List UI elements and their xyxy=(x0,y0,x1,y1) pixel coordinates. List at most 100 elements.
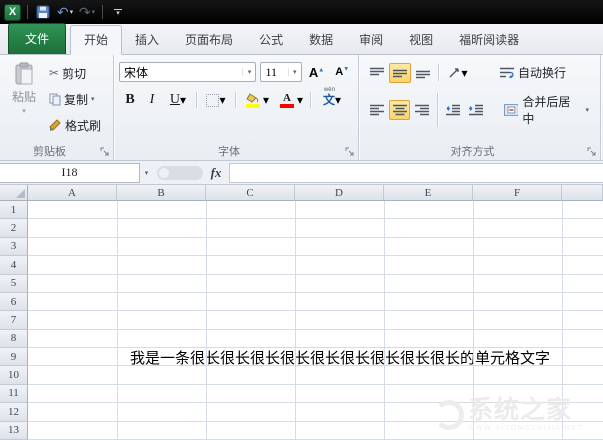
row-cells-1[interactable] xyxy=(28,201,603,219)
column-header-F[interactable]: F xyxy=(473,185,562,201)
copy-button[interactable]: 复制 ▾ xyxy=(45,88,105,110)
save-button[interactable] xyxy=(34,3,52,21)
column-headers: ABCDEF xyxy=(0,185,603,201)
font-dialog-launcher-icon[interactable] xyxy=(345,147,355,157)
align-left-button[interactable] xyxy=(366,100,388,120)
row-header-11[interactable]: 11 xyxy=(0,385,28,403)
alignment-dialog-launcher-icon[interactable] xyxy=(587,147,597,157)
row-cells-5[interactable] xyxy=(28,275,603,293)
fill-color-button[interactable]: ▾ xyxy=(239,90,273,110)
column-header-D[interactable]: D xyxy=(295,185,384,201)
decrease-indent-icon xyxy=(446,104,460,116)
orientation-dropdown-arrow[interactable]: ▾ xyxy=(461,66,467,80)
borders-button[interactable]: ▾ xyxy=(200,90,232,110)
column-header-B[interactable]: B xyxy=(117,185,206,201)
row-header-9[interactable]: 9 xyxy=(0,348,28,366)
tab-insert[interactable]: 插入 xyxy=(122,26,172,54)
row-cells-2[interactable] xyxy=(28,219,603,237)
column-gridline xyxy=(384,201,385,440)
column-header-partial[interactable] xyxy=(562,185,603,201)
font-color-button[interactable]: A ▾ xyxy=(273,90,307,110)
phonetic-guide-button[interactable]: wén 文 ▾ xyxy=(314,90,350,110)
align-bottom-button[interactable] xyxy=(412,63,434,83)
excel-app-icon[interactable]: X xyxy=(4,4,21,21)
tab-file[interactable]: 文件 xyxy=(8,23,66,54)
bold-button[interactable]: B xyxy=(119,90,141,110)
paste-button[interactable]: 粘贴 ▾ xyxy=(3,58,45,144)
insert-function-button[interactable]: fx xyxy=(203,163,229,183)
font-name-combo[interactable]: 宋体 ▾ xyxy=(119,62,256,82)
row-cells-8[interactable] xyxy=(28,330,603,348)
redo-button[interactable]: ↷▾ xyxy=(78,3,96,21)
row-header-7[interactable]: 7 xyxy=(0,311,28,329)
column-header-E[interactable]: E xyxy=(384,185,473,201)
column-header-A[interactable]: A xyxy=(28,185,117,201)
tab-page-layout[interactable]: 页面布局 xyxy=(172,26,246,54)
undo-button[interactable]: ↶▾ xyxy=(56,3,74,21)
grow-font-button[interactable]: A▲ xyxy=(306,62,328,82)
orientation-button[interactable]: ▾ xyxy=(443,63,473,83)
merge-center-icon xyxy=(504,104,519,116)
increase-indent-icon xyxy=(469,104,483,116)
row-cells-7[interactable] xyxy=(28,311,603,329)
font-group-label: 字体 xyxy=(114,143,344,159)
row-cells-4[interactable] xyxy=(28,256,603,274)
select-all-corner[interactable] xyxy=(0,185,28,201)
tab-data[interactable]: 数据 xyxy=(296,26,346,54)
underline-button[interactable]: U ▾ xyxy=(163,90,193,110)
formula-input[interactable] xyxy=(229,163,603,183)
font-color-dropdown-arrow[interactable]: ▾ xyxy=(297,93,303,107)
row-header-2[interactable]: 2 xyxy=(0,219,28,237)
tab-review[interactable]: 审阅 xyxy=(346,26,396,54)
merge-center-button[interactable]: 合并后居中 ▾ xyxy=(500,91,593,129)
row-header-5[interactable]: 5 xyxy=(0,275,28,293)
copy-dropdown-arrow[interactable]: ▾ xyxy=(91,95,95,103)
row-header-13[interactable]: 13 xyxy=(0,422,28,440)
paste-label: 粘贴 xyxy=(12,88,36,105)
clipboard-dialog-launcher-icon[interactable] xyxy=(100,147,110,157)
italic-button[interactable]: I xyxy=(141,90,163,110)
fill-color-dropdown-arrow[interactable]: ▾ xyxy=(263,93,269,107)
format-painter-button[interactable]: 格式刷 xyxy=(45,114,105,136)
tab-view[interactable]: 视图 xyxy=(396,26,446,54)
align-right-button[interactable] xyxy=(411,100,433,120)
redo-dropdown-arrow: ▾ xyxy=(92,8,96,16)
align-top-icon xyxy=(370,67,384,79)
row-header-6[interactable]: 6 xyxy=(0,293,28,311)
row-header-1[interactable]: 1 xyxy=(0,201,28,219)
phonetic-dropdown-arrow[interactable]: ▾ xyxy=(335,93,341,107)
customize-qat-button[interactable]: ▾ xyxy=(109,3,127,21)
align-middle-button[interactable] xyxy=(389,63,411,83)
column-header-C[interactable]: C xyxy=(206,185,295,201)
merge-center-dropdown-arrow[interactable]: ▾ xyxy=(586,106,590,114)
font-name-dropdown-arrow[interactable]: ▾ xyxy=(242,68,255,76)
font-size-combo[interactable]: 11 ▾ xyxy=(260,62,301,82)
bold-label: B xyxy=(125,92,134,108)
align-top-button[interactable] xyxy=(366,63,388,83)
underline-dropdown-arrow[interactable]: ▾ xyxy=(180,93,186,107)
borders-dropdown-arrow[interactable]: ▾ xyxy=(219,93,225,107)
row-header-12[interactable]: 12 xyxy=(0,403,28,421)
row-header-8[interactable]: 8 xyxy=(0,330,28,348)
tab-formulas[interactable]: 公式 xyxy=(246,26,296,54)
cut-button[interactable]: ✂ 剪切 xyxy=(45,62,105,84)
row-cells-3[interactable] xyxy=(28,238,603,256)
wrap-text-button[interactable]: 自动换行 xyxy=(496,62,570,83)
tab-home[interactable]: 开始 xyxy=(70,25,122,55)
font-size-dropdown-arrow[interactable]: ▾ xyxy=(288,68,301,76)
undo-dropdown-arrow[interactable]: ▾ xyxy=(70,8,74,16)
paste-dropdown-arrow[interactable]: ▾ xyxy=(22,107,26,115)
tab-foxit-reader[interactable]: 福昕阅读器 xyxy=(446,26,532,54)
increase-indent-button[interactable] xyxy=(465,100,487,120)
row-header-4[interactable]: 4 xyxy=(0,256,28,274)
shrink-font-button[interactable]: A▼ xyxy=(331,62,353,82)
row-cells-6[interactable] xyxy=(28,293,603,311)
align-center-button[interactable] xyxy=(389,100,411,120)
decrease-indent-button[interactable] xyxy=(442,100,464,120)
row-header-10[interactable]: 10 xyxy=(0,366,28,384)
cell-text-row9[interactable]: 我是一条很长很长很长很长很长很长很长很长很长的单元格文字 xyxy=(130,350,550,368)
row-cells-10[interactable] xyxy=(28,366,603,384)
name-box-dropdown-arrow[interactable]: ▾ xyxy=(140,163,153,183)
row-header-3[interactable]: 3 xyxy=(0,238,28,256)
name-box[interactable]: I18 xyxy=(0,163,140,183)
